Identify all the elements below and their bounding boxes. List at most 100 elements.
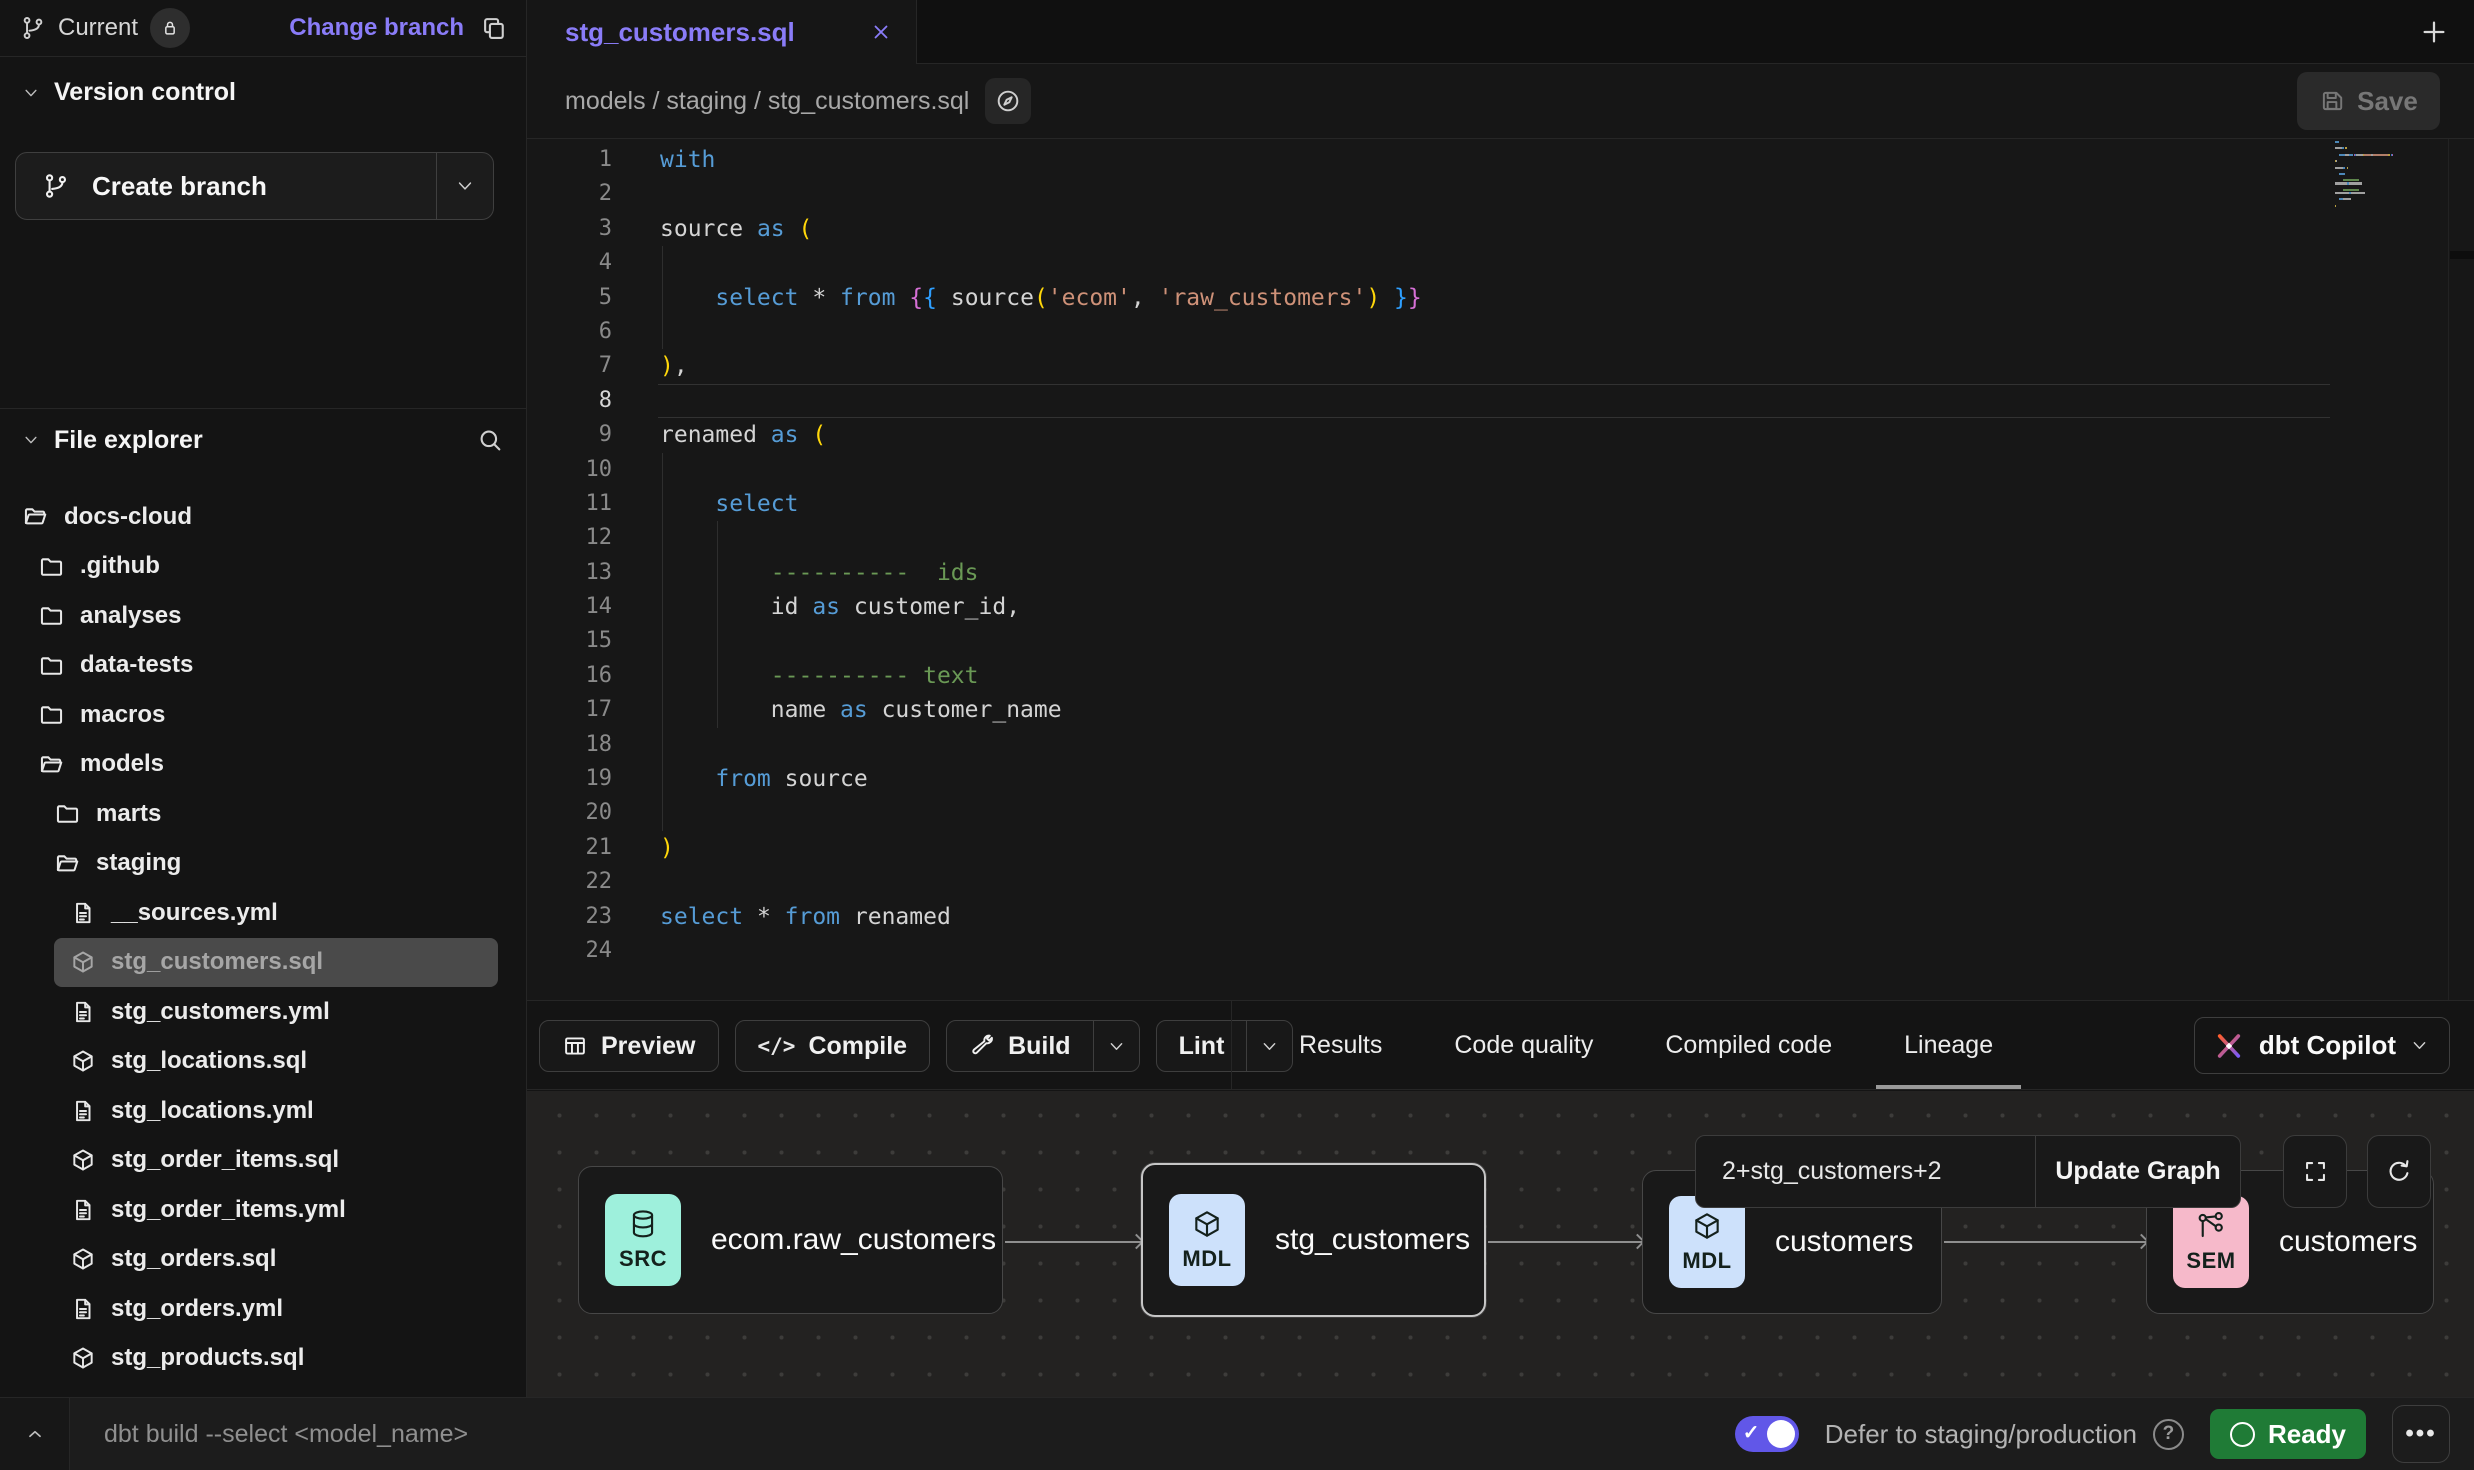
file-row-stg-order-items-sql[interactable]: stg_order_items.sql (0, 1136, 520, 1186)
create-branch-button[interactable]: Create branch (15, 152, 494, 220)
file-row-stg-locations-yml[interactable]: stg_locations.yml (0, 1086, 520, 1136)
tab-code-quality[interactable]: Code quality (1450, 1001, 1597, 1089)
code-line-18[interactable]: 18 (527, 728, 2474, 762)
chevron-down-icon (22, 431, 40, 449)
code-line-4[interactable]: 4 (527, 246, 2474, 280)
code-line-14[interactable]: 14 id as customer_id, (527, 590, 2474, 624)
lineage-panel[interactable]: SRCecom.raw_customersMDLstg_customersMDL… (527, 1091, 2474, 1397)
code-line-9[interactable]: 9renamed as ( (527, 418, 2474, 452)
lineage-node-ecom-raw-customers[interactable]: SRCecom.raw_customers (578, 1166, 1003, 1314)
compile-button[interactable]: </> Compile (735, 1020, 931, 1072)
build-button[interactable]: Build (946, 1020, 1140, 1072)
collapse-command-bar[interactable] (0, 1398, 70, 1470)
tab-lineage[interactable]: Lineage (1900, 1001, 1997, 1089)
lint-label: Lint (1179, 1032, 1225, 1061)
code-line-23[interactable]: 23select * from renamed (527, 900, 2474, 934)
lineage-node-stg-customers[interactable]: MDLstg_customers (1141, 1163, 1486, 1317)
code-line-1[interactable]: 1with (527, 143, 2474, 177)
search-icon[interactable] (476, 426, 504, 454)
folder-icon (38, 602, 65, 629)
code-line-17[interactable]: 17 name as customer_name (527, 693, 2474, 727)
chevron-down-icon (2410, 1036, 2429, 1055)
file-row-stg-customers-sql[interactable]: stg_customers.sql (54, 938, 498, 988)
help-icon[interactable]: ? (2153, 1419, 2184, 1450)
create-branch-dropdown[interactable] (436, 153, 493, 219)
line-number: 18 (527, 728, 612, 762)
code-line-22[interactable]: 22 (527, 865, 2474, 899)
status-ready-badge[interactable]: Ready (2210, 1409, 2366, 1459)
file-row-staging[interactable]: staging (0, 839, 520, 889)
line-number: 24 (527, 934, 612, 968)
lineage-edge (1005, 1241, 1141, 1243)
defer-toggle[interactable]: ✓ (1735, 1416, 1799, 1452)
copy-icon[interactable] (480, 14, 508, 42)
file-model-icon (70, 1147, 96, 1173)
file-row-analyses[interactable]: analyses (0, 591, 520, 641)
file-row-data-tests[interactable]: data-tests (0, 641, 520, 691)
lineage-selector-input[interactable]: 2+stg_customers+2 (1696, 1136, 2035, 1207)
close-icon[interactable] (870, 21, 892, 43)
git-branch-icon (20, 15, 46, 41)
version-control-header[interactable]: Version control (22, 78, 236, 107)
minimap[interactable] (2335, 141, 2395, 211)
file-row-stg-orders-sql[interactable]: stg_orders.sql (0, 1235, 520, 1285)
line-number: 4 (527, 246, 612, 280)
file-row-models[interactable]: models (0, 740, 520, 790)
fullscreen-button[interactable] (2283, 1135, 2347, 1208)
code-line-10[interactable]: 10 (527, 453, 2474, 487)
command-input[interactable]: dbt build --select <model_name> (104, 1398, 468, 1470)
file-row-docs-cloud[interactable]: docs-cloud (0, 492, 520, 542)
editor-scrollbar[interactable] (2448, 139, 2449, 1000)
new-tab-button[interactable] (2414, 12, 2454, 52)
more-options-button[interactable]: ••• (2392, 1405, 2450, 1463)
code-line-7[interactable]: 7), (527, 349, 2474, 383)
line-number: 12 (527, 521, 612, 555)
code-lines[interactable]: 1with23source as (45 select * from {{ so… (527, 139, 2474, 1000)
navigate-button[interactable] (985, 78, 1031, 124)
file-name: models (80, 750, 164, 778)
file-row-macros[interactable]: macros (0, 690, 520, 740)
code-line-16[interactable]: 16 ---------- text (527, 659, 2474, 693)
build-dropdown[interactable] (1093, 1021, 1139, 1071)
code-line-2[interactable]: 2 (527, 177, 2474, 211)
code-line-13[interactable]: 13 ---------- ids (527, 556, 2474, 590)
file-row-stg-customers-yml[interactable]: stg_customers.yml (0, 987, 520, 1037)
file-row--github[interactable]: .github (0, 542, 520, 592)
file-row--sources-yml[interactable]: __sources.yml (0, 888, 520, 938)
code-line-21[interactable]: 21) (527, 831, 2474, 865)
file-row-stg-order-items-yml[interactable]: stg_order_items.yml (0, 1185, 520, 1235)
file-row-stg-orders-yml[interactable]: stg_orders.yml (0, 1284, 520, 1334)
code-line-3[interactable]: 3source as ( (527, 212, 2474, 246)
chevron-down-icon (22, 84, 40, 102)
file-row-marts[interactable]: marts (0, 789, 520, 839)
code-line-19[interactable]: 19 from source (527, 762, 2474, 796)
line-number: 15 (527, 624, 612, 658)
tab-compiled-code[interactable]: Compiled code (1661, 1001, 1836, 1089)
file-explorer-header[interactable]: File explorer (22, 412, 504, 468)
update-graph-button[interactable]: Update Graph (2035, 1136, 2240, 1207)
dbt-copilot-button[interactable]: dbt Copilot (2194, 1017, 2450, 1074)
code-line-6[interactable]: 6 (527, 315, 2474, 349)
tab-stg-customers[interactable]: stg_customers.sql (527, 0, 917, 64)
code-line-5[interactable]: 5 select * from {{ source('ecom', 'raw_c… (527, 281, 2474, 315)
code-line-20[interactable]: 20 (527, 796, 2474, 830)
line-number: 13 (527, 556, 612, 590)
change-branch-link[interactable]: Change branch (289, 14, 464, 42)
save-button[interactable]: Save (2297, 72, 2440, 130)
code-line-11[interactable]: 11 select (527, 487, 2474, 521)
file-row-stg-locations-sql[interactable]: stg_locations.sql (0, 1037, 520, 1087)
file-row-stg-products-sql[interactable]: stg_products.sql (0, 1334, 520, 1384)
code-line-15[interactable]: 15 (527, 624, 2474, 658)
code-line-24[interactable]: 24 (527, 934, 2474, 968)
file-doc-icon (70, 1197, 96, 1223)
file-model-icon (70, 1246, 96, 1272)
tab-results[interactable]: Results (1295, 1001, 1386, 1089)
copilot-label: dbt Copilot (2259, 1030, 2396, 1061)
divider (0, 408, 526, 409)
refresh-button[interactable] (2367, 1135, 2431, 1208)
code-line-8[interactable]: 8 (527, 384, 2474, 418)
preview-button[interactable]: Preview (539, 1020, 719, 1072)
wrench-icon (969, 1033, 995, 1059)
code-editor[interactable]: 1with23source as (45 select * from {{ so… (527, 139, 2474, 1000)
code-line-12[interactable]: 12 (527, 521, 2474, 555)
